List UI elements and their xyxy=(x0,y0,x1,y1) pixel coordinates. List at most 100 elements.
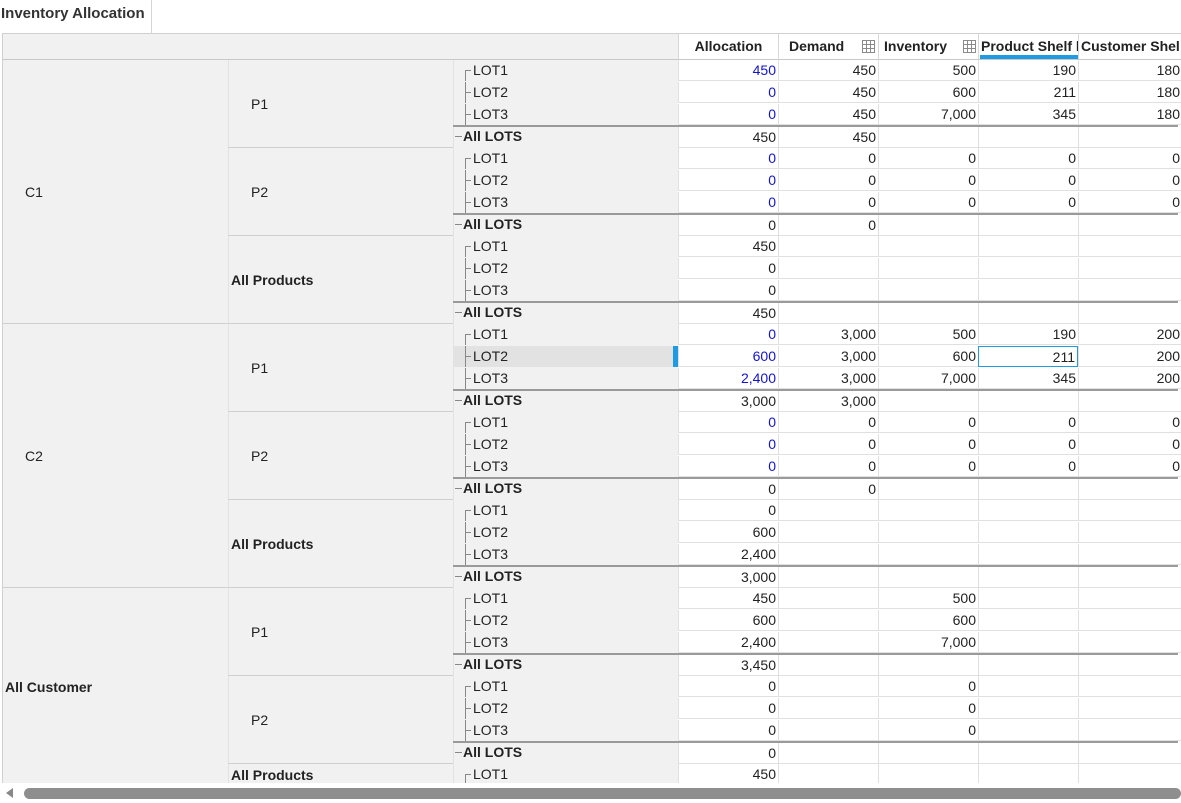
lot-row-header[interactable]: LOT3 xyxy=(453,104,678,125)
value-cell[interactable] xyxy=(978,655,1078,676)
product-row-header[interactable]: P1 xyxy=(228,324,453,412)
value-cell[interactable] xyxy=(978,280,1078,301)
value-cell[interactable]: 0 xyxy=(778,456,878,477)
value-cell[interactable]: 190 xyxy=(978,324,1078,345)
product-row-header[interactable]: All Products xyxy=(228,764,453,783)
value-cell[interactable] xyxy=(1078,127,1181,148)
lot-row-header[interactable]: LOT3 xyxy=(453,192,678,213)
value-cell[interactable] xyxy=(878,522,978,543)
value-cell[interactable]: 0 xyxy=(678,192,778,213)
col-header-allocation[interactable]: Allocation xyxy=(678,34,778,60)
value-cell[interactable]: 600 xyxy=(878,610,978,631)
value-cell[interactable]: 3,000 xyxy=(678,391,778,412)
col-header-customer-shelf[interactable]: Customer Shel xyxy=(1078,34,1181,60)
value-cell[interactable]: 0 xyxy=(878,676,978,697)
value-cell[interactable]: 450 xyxy=(678,303,778,324)
table-icon[interactable] xyxy=(862,40,876,53)
lot-row-header[interactable]: LOT1 xyxy=(453,60,678,81)
value-cell[interactable]: 500 xyxy=(878,60,978,81)
lot-row-header[interactable]: LOT1 xyxy=(453,148,678,169)
value-cell[interactable] xyxy=(1078,764,1181,783)
value-cell[interactable] xyxy=(1078,303,1181,324)
value-cell[interactable] xyxy=(978,127,1078,148)
value-cell[interactable] xyxy=(1078,479,1181,500)
value-cell[interactable] xyxy=(1078,698,1181,719)
product-row-header[interactable]: P1 xyxy=(228,588,453,676)
lot-row-header[interactable]: LOT1 xyxy=(453,588,678,609)
value-cell[interactable] xyxy=(978,764,1078,783)
value-cell[interactable]: 450 xyxy=(678,588,778,609)
value-cell[interactable]: 0 xyxy=(878,456,978,477)
value-cell[interactable]: 0 xyxy=(678,258,778,279)
value-cell[interactable]: 450 xyxy=(778,104,878,125)
value-cell[interactable]: 0 xyxy=(678,104,778,125)
value-cell[interactable] xyxy=(778,258,878,279)
value-cell[interactable] xyxy=(978,391,1078,412)
value-cell[interactable]: 0 xyxy=(678,698,778,719)
col-header-demand[interactable]: Demand xyxy=(778,34,878,60)
customer-row-header[interactable]: C1 xyxy=(3,60,228,324)
lot-row-header[interactable]: LOT1 xyxy=(453,676,678,697)
value-cell[interactable]: 0 xyxy=(678,324,778,345)
lot-row-header[interactable]: LOT2 xyxy=(453,82,678,103)
scroll-left-icon[interactable] xyxy=(6,788,13,798)
value-cell[interactable] xyxy=(1078,588,1181,609)
product-row-header[interactable]: P2 xyxy=(228,148,453,236)
value-cell[interactable] xyxy=(1078,655,1181,676)
value-cell[interactable]: 600 xyxy=(678,346,778,367)
value-cell[interactable] xyxy=(978,698,1078,719)
value-cell[interactable]: 0 xyxy=(978,192,1078,213)
value-cell[interactable] xyxy=(978,610,1078,631)
value-cell[interactable] xyxy=(778,676,878,697)
product-row-header[interactable]: P2 xyxy=(228,412,453,500)
value-cell[interactable] xyxy=(778,588,878,609)
value-cell[interactable]: 2,400 xyxy=(678,632,778,653)
value-cell[interactable]: 0 xyxy=(778,148,878,169)
value-cell[interactable]: 0 xyxy=(678,500,778,521)
value-cell[interactable]: 0 xyxy=(678,82,778,103)
value-cell[interactable] xyxy=(778,303,878,324)
value-cell[interactable]: 450 xyxy=(678,236,778,257)
value-cell[interactable]: 0 xyxy=(678,434,778,455)
value-cell[interactable] xyxy=(778,236,878,257)
value-cell[interactable]: 0 xyxy=(878,192,978,213)
value-cell[interactable] xyxy=(1078,215,1181,236)
value-cell[interactable] xyxy=(878,391,978,412)
customer-row-header[interactable]: All Customer xyxy=(3,588,228,783)
value-cell[interactable] xyxy=(878,544,978,565)
value-cell[interactable]: 500 xyxy=(878,588,978,609)
product-row-header[interactable]: P1 xyxy=(228,60,453,148)
lot-row-header[interactable]: LOT3 xyxy=(453,544,678,565)
value-cell[interactable] xyxy=(978,236,1078,257)
value-cell[interactable]: 600 xyxy=(678,610,778,631)
lot-row-header[interactable]: LOT3 xyxy=(453,456,678,477)
value-cell[interactable]: 211 xyxy=(978,346,1078,367)
value-cell[interactable]: 600 xyxy=(878,346,978,367)
value-cell[interactable] xyxy=(778,567,878,588)
value-cell[interactable]: 600 xyxy=(878,82,978,103)
value-cell[interactable] xyxy=(878,764,978,783)
value-cell[interactable]: 211 xyxy=(978,82,1078,103)
value-cell[interactable] xyxy=(1078,500,1181,521)
col-header-inventory[interactable]: Inventory xyxy=(878,34,978,60)
value-cell[interactable]: 0 xyxy=(878,148,978,169)
value-cell[interactable]: 0 xyxy=(978,434,1078,455)
value-cell[interactable]: 3,000 xyxy=(778,368,878,389)
lot-row-header[interactable]: LOT1 xyxy=(453,412,678,433)
value-cell[interactable]: 345 xyxy=(978,368,1078,389)
lot-row-header[interactable]: LOT2 xyxy=(453,698,678,719)
value-cell[interactable] xyxy=(978,258,1078,279)
value-cell[interactable]: 0 xyxy=(978,456,1078,477)
value-cell[interactable] xyxy=(878,479,978,500)
lot-row-header[interactable]: All LOTS xyxy=(453,566,678,587)
value-cell[interactable] xyxy=(878,280,978,301)
lot-row-header[interactable]: All LOTS xyxy=(453,478,678,499)
value-cell[interactable] xyxy=(778,280,878,301)
value-cell[interactable]: 0 xyxy=(778,434,878,455)
lot-row-header[interactable]: All LOTS xyxy=(453,742,678,763)
value-cell[interactable] xyxy=(978,522,1078,543)
value-cell[interactable] xyxy=(878,655,978,676)
lot-row-header[interactable]: All LOTS xyxy=(453,390,678,411)
value-cell[interactable]: 450 xyxy=(778,127,878,148)
value-cell[interactable]: 0 xyxy=(1078,456,1181,477)
